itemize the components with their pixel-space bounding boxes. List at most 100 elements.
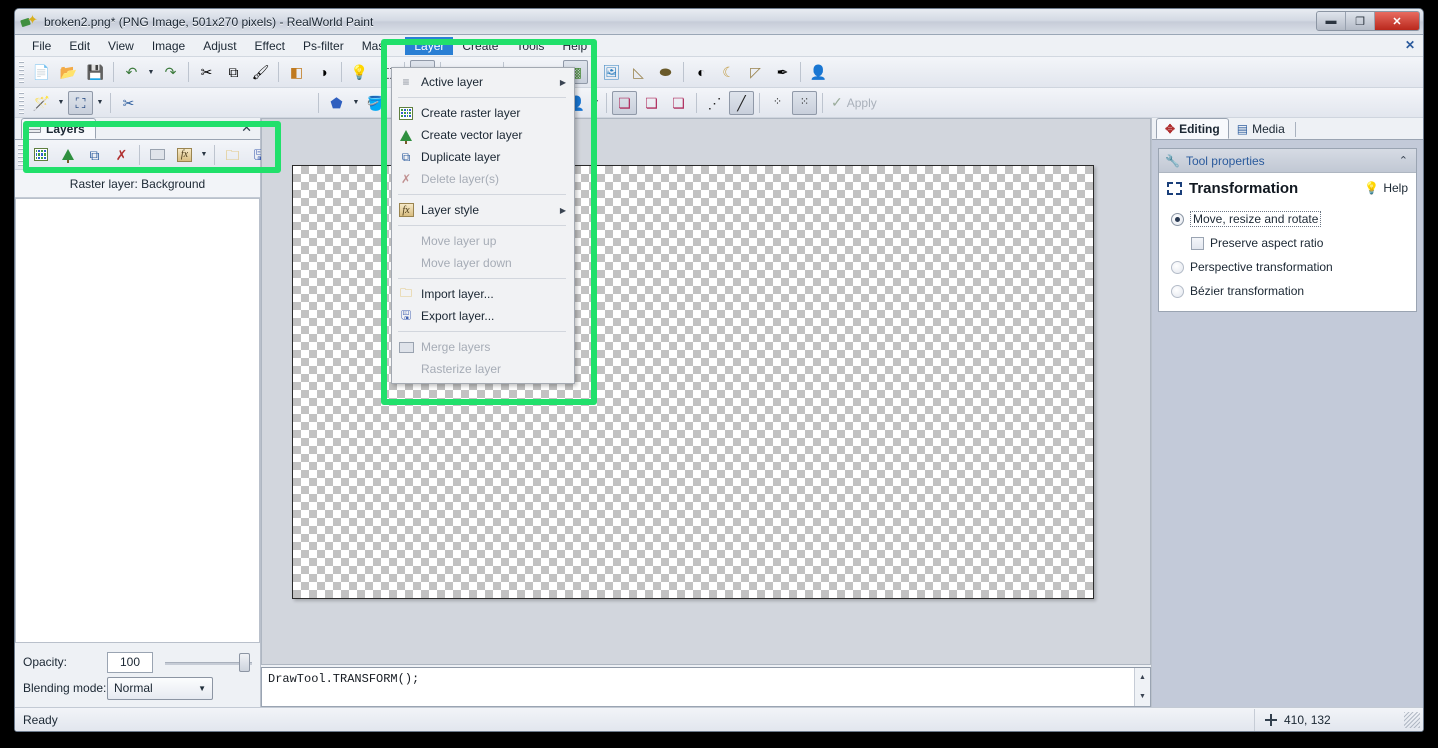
contrast-halfmoon-icon[interactable]: ◑ (311, 60, 336, 84)
script-spin-down[interactable]: ▼ (1135, 687, 1150, 706)
menu-create[interactable]: Create (453, 37, 507, 55)
option-move-resize-rotate[interactable]: Move, resize and rotate (1159, 207, 1416, 231)
menu-item-layer-style[interactable]: fx Layer style ▶ (392, 199, 574, 221)
undo-icon[interactable]: ↶ (119, 60, 144, 84)
menu-item-export-layer[interactable]: 🖫 Export layer... (392, 305, 574, 327)
opacity-input[interactable]: 100 (107, 651, 153, 673)
close-document-button[interactable]: ✕ (1405, 38, 1415, 52)
points-grid-icon[interactable]: ⁙ (792, 90, 817, 115)
menu-item-create-raster-layer[interactable]: Create raster layer (392, 102, 574, 124)
layers-color-icon[interactable]: ◧ (284, 60, 309, 84)
option-preserve-aspect-ratio[interactable]: Preserve aspect ratio (1159, 231, 1416, 255)
avatar-dropdown-caret[interactable]: ▼ (590, 91, 602, 115)
tab-layers[interactable]: Layers (21, 118, 96, 139)
fill-bucket-icon[interactable]: 🪣 (363, 91, 388, 115)
script-bar[interactable]: DrawTool.TRANSFORM(); ▲ ▼ (261, 667, 1151, 707)
layer-style-fx-icon[interactable]: fx (172, 143, 197, 167)
close-layers-panel-button[interactable]: ✕ (241, 120, 252, 136)
dotted-line-icon[interactable]: ⋰ (702, 91, 727, 115)
transform-dropdown-caret[interactable]: ▼ (94, 91, 106, 115)
layers-toolbar-grip[interactable] (18, 143, 23, 166)
import-layer-icon[interactable]: 🗀 (220, 143, 245, 167)
tab-editing[interactable]: ✥ Editing (1156, 118, 1229, 139)
opacity-slider[interactable] (165, 652, 252, 673)
minimize-button[interactable]: ▬ (1317, 12, 1346, 30)
menu-effect[interactable]: Effect (246, 37, 294, 55)
toolbar-grip[interactable] (19, 61, 24, 83)
new-document-icon[interactable]: 📄 (29, 60, 54, 84)
option-perspective-transformation[interactable]: Perspective transformation (1159, 255, 1416, 279)
redo-icon[interactable]: ↷ (158, 60, 183, 84)
moon-icon[interactable]: ☾ (716, 60, 741, 84)
radio-bezier-transformation[interactable] (1171, 284, 1184, 298)
lightbulb-icon[interactable]: 💡 (347, 60, 372, 84)
chevron-up-icon[interactable]: ⌃ (1399, 154, 1408, 167)
ruler-triangle-icon[interactable]: ◺ (626, 60, 651, 84)
open-folder-icon[interactable]: 📂 (56, 60, 81, 84)
cut-scissors-icon[interactable]: ✂ (194, 60, 219, 84)
triangle-shape-icon[interactable]: ◸ (743, 60, 768, 84)
menu-item-import-layer[interactable]: 🗀 Import layer... (392, 283, 574, 305)
undo-dropdown-caret[interactable]: ▼ (145, 60, 157, 84)
new-raster-layer-icon[interactable] (28, 143, 53, 167)
person-avatar-icon[interactable]: 👤 (806, 60, 831, 84)
transform-tool-icon[interactable]: ⛶ (68, 90, 93, 115)
shape-dropdown-caret[interactable]: ▼ (350, 91, 362, 115)
layers-panel-toolbar: ⧉ ✗ fx ▼ 🗀 🖫 (15, 140, 265, 170)
apply-button[interactable]: ✓ Apply (831, 94, 877, 111)
picture-frame-icon[interactable]: 🖼 (599, 60, 624, 84)
paste-brush-icon[interactable]: 🖌 (248, 60, 273, 84)
solid-line-icon[interactable]: ╱ (729, 90, 754, 115)
layer-back-icon[interactable]: ❏ (666, 91, 691, 115)
copy-icon[interactable]: ⧉ (221, 60, 246, 84)
menu-item-rasterize-layer: Rasterize layer (392, 358, 574, 380)
menu-tools[interactable]: Tools (507, 37, 553, 55)
menu-help[interactable]: Help (553, 37, 596, 55)
pen-nib-icon[interactable]: ✒ (770, 60, 795, 84)
menu-mask[interactable]: Mas (353, 37, 394, 55)
delete-layer-icon[interactable]: ✗ (109, 143, 134, 167)
menu-item-create-vector-layer[interactable]: Create vector layer (392, 124, 574, 146)
tool-toolbar-grip[interactable] (19, 91, 24, 114)
option-bezier-transformation[interactable]: Bézier transformation (1159, 279, 1416, 303)
contrast-circle-icon[interactable]: ◐ (689, 60, 714, 84)
maximize-button[interactable]: ❐ (1346, 12, 1375, 30)
radio-perspective-transformation[interactable] (1171, 260, 1184, 274)
menu-item-duplicate-layer[interactable]: ⧉ Duplicate layer (392, 146, 574, 168)
menu-edit[interactable]: Edit (60, 37, 99, 55)
layer-style-caret[interactable]: ▼ (198, 143, 210, 167)
help-link[interactable]: 💡 Help (1364, 181, 1408, 195)
menu-ps-filter[interactable]: Ps-filter (294, 37, 353, 55)
option-move-resize-rotate-label: Move, resize and rotate (1190, 211, 1322, 227)
save-disk-icon[interactable]: 💾 (83, 60, 108, 84)
menu-image[interactable]: Image (143, 37, 194, 55)
script-text[interactable]: DrawTool.TRANSFORM(); (262, 668, 1134, 706)
menu-item-active-layer[interactable]: ≡ Active layer ▶ (392, 71, 574, 93)
duplicate-layer-icon[interactable]: ⧉ (82, 143, 107, 167)
menu-layer[interactable]: Layer (405, 36, 454, 55)
menu-view[interactable]: View (99, 37, 143, 55)
script-spinner[interactable]: ▲ ▼ (1134, 668, 1150, 706)
menu-bar: File Edit View Image Adjust Effect Ps-fi… (15, 35, 1423, 57)
menu-file[interactable]: File (23, 37, 60, 55)
resize-grip[interactable] (1404, 711, 1420, 728)
layer-middle-icon[interactable]: ❏ (639, 91, 664, 115)
new-vector-layer-icon[interactable] (55, 143, 80, 167)
ellipse-dark-icon[interactable]: ⬬ (653, 60, 678, 84)
tool-properties-header[interactable]: 🔧 Tool properties ⌃ (1159, 149, 1416, 173)
shape-pentagon-icon[interactable]: ⬟ (324, 91, 349, 115)
magic-wand-icon[interactable]: 🪄 (29, 91, 54, 115)
wand-dropdown-caret[interactable]: ▼ (55, 91, 67, 115)
blending-mode-select[interactable]: Normal ▼ (107, 676, 213, 700)
script-spin-up[interactable]: ▲ (1135, 668, 1150, 687)
merge-layers-icon[interactable] (145, 143, 170, 167)
tab-media[interactable]: ▤ Media (1229, 118, 1293, 139)
points-sparse-icon[interactable]: ⁘ (765, 91, 790, 115)
close-window-button[interactable]: ✕ (1375, 12, 1419, 30)
layer-front-icon[interactable]: ❏ (612, 90, 637, 115)
menu-adjust[interactable]: Adjust (194, 37, 245, 55)
layer-list[interactable] (15, 198, 260, 643)
scissors-blue-icon[interactable]: ✂ (116, 91, 141, 115)
radio-move-resize-rotate[interactable] (1171, 212, 1184, 226)
checkbox-preserve-aspect-ratio[interactable] (1191, 236, 1204, 250)
